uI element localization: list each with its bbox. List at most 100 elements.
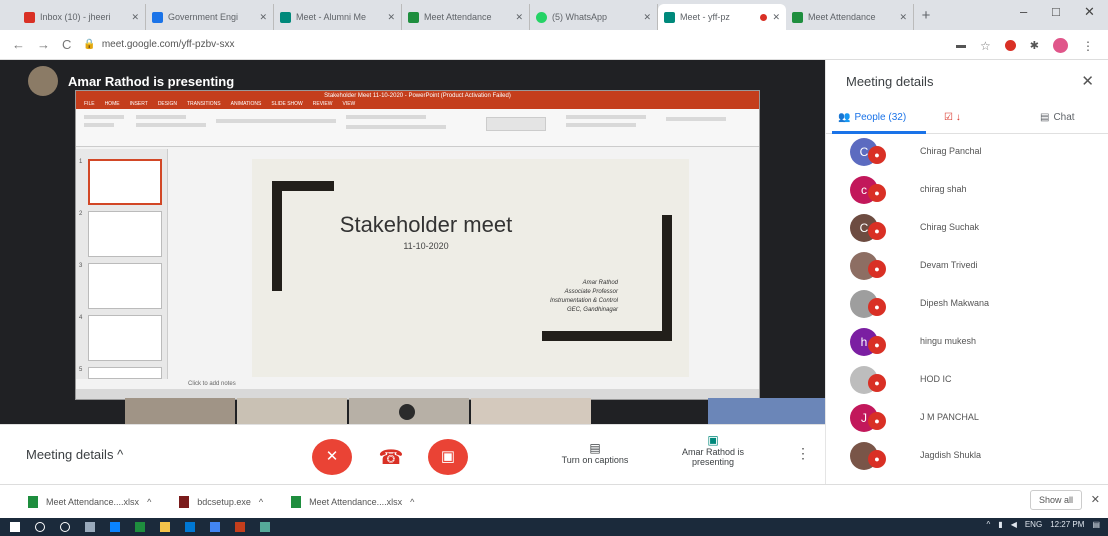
slide-thumbnail[interactable]: [88, 263, 162, 309]
maximize-button[interactable]: □: [1052, 4, 1060, 19]
star-icon[interactable]: ☆: [980, 39, 991, 53]
download-item[interactable]: bdcsetup.exe ^: [179, 495, 263, 508]
explorer-icon[interactable]: [160, 522, 170, 532]
close-tab-icon[interactable]: ✕: [643, 12, 651, 23]
browser-tab-active[interactable]: Meet - yff-pz ✕: [658, 4, 786, 30]
reload-icon[interactable]: C: [62, 37, 71, 52]
participant-row[interactable]: ● Devam Trivedi: [846, 248, 1106, 286]
extension-icons: ▬ ☆ ✱ ⋮: [956, 38, 1094, 53]
participant-video-tile[interactable]: [125, 398, 235, 424]
presenter-avatar: [28, 66, 58, 96]
browser-tab[interactable]: Meet - Alumni Me ✕: [274, 4, 402, 30]
show-all-button[interactable]: Show all: [1029, 490, 1082, 510]
captions-label: Turn on captions: [561, 455, 629, 465]
chevron-up-icon[interactable]: ^: [410, 497, 414, 507]
camera-button[interactable]: ▣: [428, 439, 468, 475]
download-item[interactable]: Meet Attendance....xlsx ^: [291, 495, 414, 508]
mic-off-icon: ✕: [325, 448, 339, 465]
captions-button[interactable]: ▤ Turn on captions: [540, 441, 650, 465]
participant-row[interactable]: ● HOD IC: [846, 362, 1106, 400]
close-tab-icon[interactable]: ✕: [772, 12, 780, 23]
participant-row[interactable]: c ● chirag shah: [846, 172, 1106, 210]
tab-title: Meet Attendance: [808, 12, 876, 22]
chevron-up-icon[interactable]: ^: [259, 497, 263, 507]
close-tab-icon[interactable]: ✕: [259, 12, 267, 23]
browser-tab[interactable]: Inbox (10) - jheeri ✕: [18, 4, 146, 30]
presenting-label: Amar Rathod is presenting: [681, 447, 745, 467]
participant-row[interactable]: ● Dipesh Makwana: [846, 286, 1106, 324]
meeting-details-toggle[interactable]: Meeting details ^: [26, 447, 123, 462]
profile-avatar[interactable]: [1053, 38, 1068, 53]
chrome-icon[interactable]: [210, 522, 220, 532]
camera-off-icon: ▣: [440, 448, 456, 465]
participant-video-tile[interactable]: [349, 398, 469, 424]
slide-line: Associate Professor: [564, 289, 618, 295]
participant-row[interactable]: C ● Chirag Suchak: [846, 210, 1106, 248]
mute-button[interactable]: ✕: [312, 439, 352, 475]
url-field[interactable]: 🔒 meet.google.com/yff-pzbv-sxx: [83, 39, 234, 50]
forward-icon[interactable]: →: [37, 37, 50, 52]
chevron-up-icon[interactable]: ^: [147, 497, 151, 507]
close-tab-icon[interactable]: ✕: [387, 12, 395, 23]
participant-name: Devam Trivedi: [920, 260, 978, 270]
ppt-ribbon: [76, 109, 759, 147]
slide-line: Instrumentation & Control: [549, 298, 618, 304]
close-tab-icon[interactable]: ✕: [515, 12, 523, 23]
chevron-up-icon[interactable]: ^: [987, 520, 991, 529]
download-item[interactable]: Meet Attendance....xlsx ^: [28, 495, 151, 508]
excel-icon[interactable]: [135, 522, 145, 532]
lock-icon: 🔒: [83, 39, 96, 50]
slide-thumbnail[interactable]: [88, 211, 162, 257]
puzzle-icon[interactable]: ✱: [1030, 39, 1039, 52]
mail-icon[interactable]: [185, 522, 195, 532]
app-icon[interactable]: [260, 522, 270, 532]
participant-row[interactable]: h ● hingu mukesh: [846, 324, 1106, 362]
volume-icon[interactable]: ◀: [1011, 520, 1017, 529]
edge-icon[interactable]: [110, 522, 120, 532]
participant-name: HOD IC: [920, 374, 952, 384]
slide-thumbnail[interactable]: [88, 367, 162, 379]
participant-row[interactable]: J ● J M PANCHAL: [846, 400, 1106, 438]
network-icon[interactable]: ▮: [998, 520, 1002, 529]
task-view-icon[interactable]: [85, 522, 95, 532]
windows-start-icon[interactable]: [10, 522, 20, 532]
menu-icon[interactable]: ⋮: [1082, 39, 1094, 53]
clock[interactable]: 12:27 PM: [1050, 520, 1084, 529]
close-downloads-icon[interactable]: ✕: [1091, 493, 1100, 506]
participant-video-tile[interactable]: [708, 398, 825, 424]
close-icon[interactable]: ✕: [1081, 72, 1094, 90]
participant-name: J M PANCHAL: [920, 412, 979, 422]
more-options-icon[interactable]: ⋮: [796, 445, 810, 462]
browser-tab[interactable]: Meet Attendance ✕: [786, 4, 914, 30]
back-icon[interactable]: ←: [12, 37, 25, 52]
language-indicator[interactable]: ENG: [1025, 520, 1042, 529]
notifications-icon[interactable]: ▤: [1092, 520, 1100, 529]
participant-video-tile[interactable]: [471, 398, 591, 424]
minimize-button[interactable]: –: [1020, 4, 1027, 19]
close-tab-icon[interactable]: ✕: [899, 12, 907, 23]
leave-call-button[interactable]: ☎: [373, 441, 409, 475]
slide-thumbnail[interactable]: [88, 159, 162, 205]
presenting-button[interactable]: ▣ Amar Rathod is presenting: [668, 433, 758, 467]
chat-icon: ▤: [1040, 112, 1050, 123]
tab-chat[interactable]: ▤ Chat: [1040, 112, 1075, 123]
browser-tab[interactable]: Government Engi ✕: [146, 4, 274, 30]
browser-tab[interactable]: (5) WhatsApp ✕: [530, 4, 658, 30]
slide-thumbnail[interactable]: [88, 315, 162, 361]
tab-people[interactable]: 👥 People (32): [838, 112, 906, 123]
extension-icon[interactable]: [1004, 40, 1016, 51]
key-icon[interactable]: ▬: [956, 40, 966, 51]
attendance-extension-icon[interactable]: ☑ ↓: [944, 112, 961, 123]
search-icon[interactable]: [35, 522, 45, 532]
new-tab-button[interactable]: +: [914, 4, 938, 30]
participant-video-tile[interactable]: [237, 398, 347, 424]
browser-tab[interactable]: Meet Attendance ✕: [402, 4, 530, 30]
close-tab-icon[interactable]: ✕: [131, 12, 139, 23]
participant-row[interactable]: C ● Chirag Panchal: [846, 134, 1106, 172]
slide-number: 5: [79, 367, 83, 373]
cortana-icon[interactable]: [60, 522, 70, 532]
close-window-button[interactable]: ✕: [1084, 4, 1095, 20]
participant-row[interactable]: ● Jagdish Shukla: [846, 438, 1106, 476]
download-name: bdcsetup.exe: [197, 496, 251, 507]
powerpoint-icon[interactable]: [235, 522, 245, 532]
